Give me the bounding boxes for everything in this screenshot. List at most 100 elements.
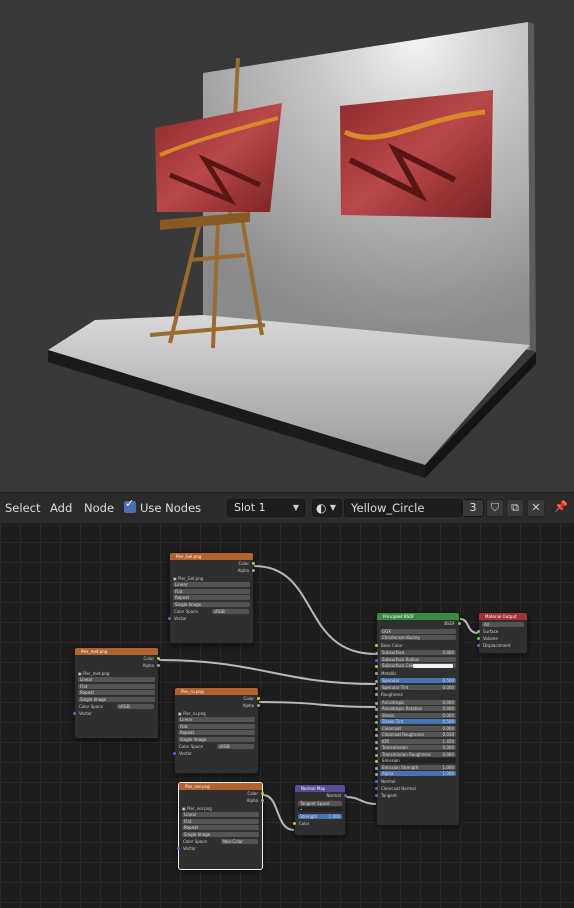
bsdf-input-row[interactable]: Transmission Roughness 0.000 [375, 751, 456, 757]
extension-dropdown[interactable]: Repeat [182, 825, 259, 830]
color-space-row[interactable]: Color Space Non-Color [179, 838, 262, 845]
socket-icon[interactable] [375, 680, 378, 683]
bsdf-input-row[interactable]: Roughness [375, 691, 459, 698]
socket-icon[interactable] [375, 708, 378, 711]
color-space-row[interactable]: Color Space sRGB [75, 703, 158, 710]
extension-dropdown[interactable]: Repeat [173, 595, 250, 600]
bsdf-input-row[interactable]: Emission [375, 758, 456, 763]
space-dropdown[interactable]: Tangent Space [298, 800, 342, 806]
socket-icon[interactable] [375, 714, 378, 718]
image-selector[interactable]: ▣ Pier_met.png [78, 671, 155, 676]
node-editor-canvas[interactable]: Pier_Gel.png Color Alpha ▣ Pier_Gel.png … [0, 522, 574, 908]
bsdf-input-row[interactable]: Subsurface 0.000 [375, 650, 456, 655]
bsdf-input-row[interactable]: Specular Tint 0.000 [375, 684, 456, 690]
socket-icon[interactable] [375, 773, 378, 776]
normal-output[interactable]: Normal [295, 792, 347, 799]
user-count[interactable]: 3 [462, 499, 484, 517]
socket-icon[interactable] [375, 652, 378, 655]
socket-icon[interactable] [375, 701, 378, 705]
interpolation-dropdown[interactable]: Linear [78, 677, 155, 682]
bsdf-input-row[interactable]: Clearcoat Normal [375, 785, 459, 792]
bsdf-input-row[interactable]: Tangent [375, 792, 459, 799]
color-output[interactable]: Color [170, 560, 255, 567]
volume-input[interactable]: Volume [477, 635, 527, 642]
bsdf-input-row[interactable]: Transmission 0.000 [375, 745, 456, 750]
source-dropdown[interactable]: Single Image [78, 696, 155, 702]
vector-input[interactable]: Vector [168, 615, 253, 622]
material-output-node[interactable]: Material Output All Surface Volume Displ… [477, 612, 528, 654]
alpha-output[interactable]: Alpha [75, 662, 160, 669]
extension-dropdown[interactable]: Repeat [78, 690, 155, 695]
bsdf-input-row[interactable]: Base Color [375, 642, 459, 649]
material-name-field[interactable]: Yellow_Circle [344, 499, 462, 517]
interpolation-dropdown[interactable]: Linear [182, 812, 259, 817]
image-texture-node[interactable]: Pier_Gel.png Color Alpha ▣ Pier_Gel.png … [168, 552, 255, 644]
socket-icon[interactable] [375, 671, 378, 675]
socket-icon[interactable] [375, 727, 378, 731]
vector-input[interactable]: Vector [73, 710, 158, 717]
3d-viewport[interactable] [0, 0, 574, 492]
vector-input[interactable]: Vector [173, 750, 258, 757]
socket-icon[interactable] [375, 779, 378, 783]
image-texture-node[interactable]: Pier_ru.png Color Alpha ▣ Pier_ru.png Li… [173, 687, 260, 774]
add-menu[interactable]: Add [50, 493, 72, 523]
socket-icon[interactable] [375, 643, 378, 647]
bsdf-input-row[interactable]: Subsurface Color [375, 663, 456, 668]
socket-icon[interactable] [375, 793, 378, 797]
node-menu[interactable]: Node [84, 493, 114, 523]
image-selector[interactable]: ▣ Pier_Gel.png [173, 576, 250, 581]
extension-dropdown[interactable]: Repeat [178, 730, 255, 735]
source-dropdown[interactable]: Single Image [173, 601, 250, 607]
normal-map-node[interactable]: Normal Map Normal Tangent Space • Streng… [293, 784, 347, 836]
color-output[interactable]: Color [175, 695, 260, 702]
bsdf-input-row[interactable]: Clearcoat Roughness 0.030 [375, 732, 456, 737]
close-icon[interactable]: ✕ [527, 499, 545, 517]
distribution-dropdown[interactable]: GGX [380, 628, 456, 634]
image-selector[interactable]: ▣ Pier_ru.png [178, 711, 255, 716]
socket-icon[interactable] [375, 734, 378, 737]
projection-dropdown[interactable]: Flat [78, 683, 155, 689]
principled-bsdf-node[interactable]: Principled BSDF BSDF GGX Christensen-Bur… [375, 612, 461, 826]
use-nodes-checkbox[interactable] [124, 497, 136, 513]
material-browse-button[interactable]: ◐ ▼ [312, 499, 342, 517]
socket-icon[interactable] [375, 658, 378, 662]
source-dropdown[interactable]: Single Image [178, 736, 255, 742]
duplicate-material-icon[interactable]: ⧉ [506, 499, 524, 517]
bsdf-input-row[interactable]: Normal [375, 778, 459, 785]
projection-dropdown[interactable]: Flat [182, 818, 259, 824]
interpolation-dropdown[interactable]: Linear [178, 717, 255, 722]
bsdf-input-row[interactable]: Specular 0.500 [375, 678, 456, 683]
socket-icon[interactable] [375, 747, 378, 750]
bsdf-input-row[interactable]: Anisotropic Rotation 0.000 [375, 706, 456, 711]
socket-icon[interactable] [375, 786, 378, 790]
socket-icon[interactable] [375, 721, 378, 724]
color-input[interactable]: Color [293, 820, 345, 827]
select-menu[interactable]: Select [5, 493, 40, 523]
color-output[interactable]: Color [75, 655, 160, 662]
bsdf-input-row[interactable]: Subsurface Radius [375, 656, 456, 662]
bsdf-input-row[interactable]: Emission Strength 1.000 [375, 764, 456, 770]
interpolation-dropdown[interactable]: Linear [173, 582, 250, 587]
slot-dropdown[interactable]: Slot 1 ▼ [227, 499, 305, 517]
surface-input[interactable]: Surface [477, 628, 527, 635]
socket-icon[interactable] [375, 686, 378, 690]
bsdf-input-row[interactable]: Anisotropic 0.000 [375, 699, 456, 705]
color-space-row[interactable]: Color Space sRGB [175, 743, 258, 750]
bsdf-input-row[interactable]: Alpha 1.000 [375, 771, 456, 776]
socket-icon[interactable] [375, 665, 378, 668]
socket-icon[interactable] [375, 740, 378, 744]
fake-user-shield-icon[interactable]: ⛉ [486, 499, 504, 517]
source-dropdown[interactable]: Single Image [182, 831, 259, 837]
vector-input[interactable]: Vector [177, 845, 262, 852]
strength-field[interactable]: Strength 1.000 [298, 813, 342, 819]
color-space-row[interactable]: Color Space sRGB [170, 608, 253, 615]
bsdf-input-row[interactable]: Sheen Tint 0.500 [375, 719, 456, 724]
displacement-input[interactable]: Displacement [477, 642, 527, 649]
projection-dropdown[interactable]: Flat [173, 588, 250, 594]
color-output[interactable]: Color [179, 790, 264, 797]
alpha-output[interactable]: Alpha [179, 797, 264, 804]
image-texture-node[interactable]: Pier_nor.png Color Alpha ▣ Pier_nor.png … [177, 782, 264, 870]
alpha-output[interactable]: Alpha [175, 702, 260, 709]
socket-icon[interactable] [375, 753, 378, 757]
target-dropdown[interactable]: All [482, 621, 524, 627]
